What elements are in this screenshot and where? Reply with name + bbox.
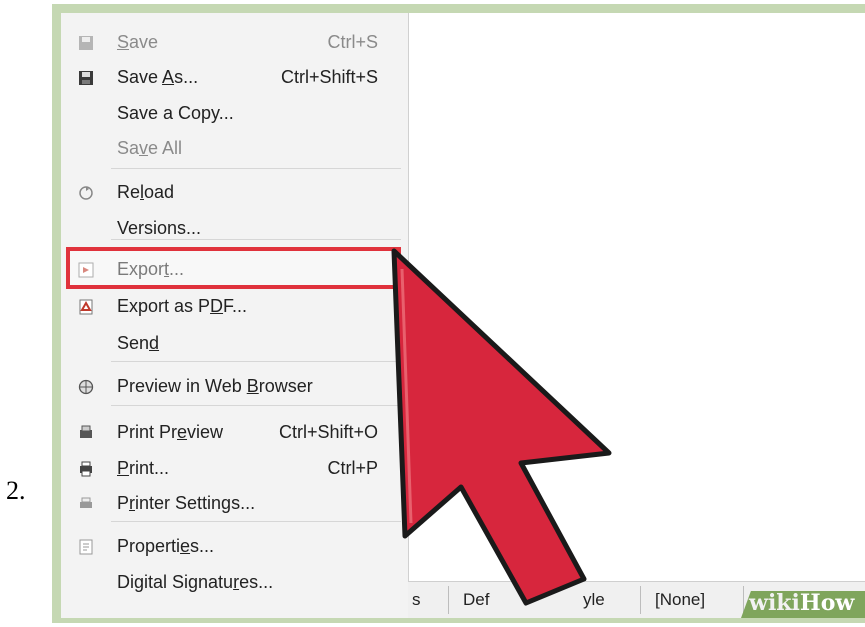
menu-item-send[interactable]: Send [61, 327, 408, 361]
menu-item-label: Save [117, 32, 159, 52]
file-menu: Save Ctrl+S Save As... Ctrl+Shift+S Save a C… [61, 13, 409, 618]
status-divider [640, 586, 641, 614]
status-cell-2: Def [463, 590, 490, 609]
menu-separator [111, 168, 401, 169]
menu-item-label: Save All [117, 138, 183, 158]
save-icon [78, 35, 94, 51]
pdf-icon [78, 299, 94, 315]
menu-item-digital-signatures[interactable]: Digital Signatures... [61, 566, 408, 600]
status-cell-2-tail: yle [583, 590, 605, 609]
menu-item-save[interactable]: Save Ctrl+S [61, 26, 408, 60]
menu-item-preview-in-web-browser[interactable]: Preview in Web Browser [61, 370, 408, 404]
menu-item-label: Save As... [117, 67, 199, 87]
step-number: 2. [6, 476, 26, 505]
menu-item-shortcut: Ctrl+P [327, 458, 378, 478]
wikihow-watermark: wikiHow [749, 590, 855, 616]
menu-item-label: Preview in Web Browser [117, 376, 313, 396]
menu-item-shortcut: Ctrl+Shift+S [280, 67, 378, 87]
menu-separator [111, 521, 401, 522]
menu-item-shortcut: Ctrl+S [327, 32, 378, 52]
menu-item-label: Print... [117, 458, 170, 478]
export-highlight-box [66, 247, 401, 289]
menu-separator [111, 239, 401, 240]
reload-icon [78, 185, 94, 201]
menu-item-label: Save a Copy... [117, 103, 234, 123]
menu-item-properties[interactable]: Properties... [61, 530, 408, 564]
menu-item-label: Reload [117, 182, 175, 202]
menu-item-save-all[interactable]: Save All [61, 132, 408, 166]
menu-item-label: Properties... [117, 536, 215, 556]
screenshot-area: Save Ctrl+S Save As... Ctrl+Shift+S Save a C… [61, 13, 865, 618]
menu-item-print[interactable]: Print... Ctrl+P [61, 452, 408, 486]
globe-icon [78, 379, 94, 395]
menu-item-printer-settings[interactable]: Printer Settings... [61, 487, 408, 521]
save-as-icon [78, 70, 94, 86]
status-cell-3: [None] [655, 590, 706, 609]
menu-item-export-as-pdf[interactable]: Export as PDF... [61, 290, 408, 324]
properties-icon [78, 539, 94, 555]
menu-item-label: Printer Settings... [117, 493, 256, 513]
status-divider [448, 586, 449, 614]
status-divider [743, 586, 744, 614]
menu-item-save-a-copy[interactable]: Save a Copy... [61, 97, 408, 131]
printer-settings-icon [78, 496, 94, 512]
menu-item-save-as[interactable]: Save As... Ctrl+Shift+S [61, 61, 408, 95]
printer-icon [78, 461, 94, 477]
menu-item-shortcut: Ctrl+Shift+O [278, 422, 378, 442]
print-preview-icon [78, 425, 94, 441]
status-cell-1: s [412, 590, 421, 609]
menu-item-label: Digital Signatures... [117, 572, 274, 592]
menu-separator [111, 405, 401, 406]
menu-item-label: Send [117, 333, 160, 353]
menu-separator [111, 361, 401, 362]
menu-item-reload[interactable]: Reload [61, 176, 408, 210]
menu-item-print-preview[interactable]: Print Preview Ctrl+Shift+O [61, 416, 408, 450]
menu-item-label: Export as PDF... [117, 296, 248, 316]
menu-item-label: Print Preview [117, 422, 224, 442]
menu-item-label: Versions... [117, 218, 202, 238]
menu-item-versions[interactable]: Versions... [61, 212, 408, 246]
